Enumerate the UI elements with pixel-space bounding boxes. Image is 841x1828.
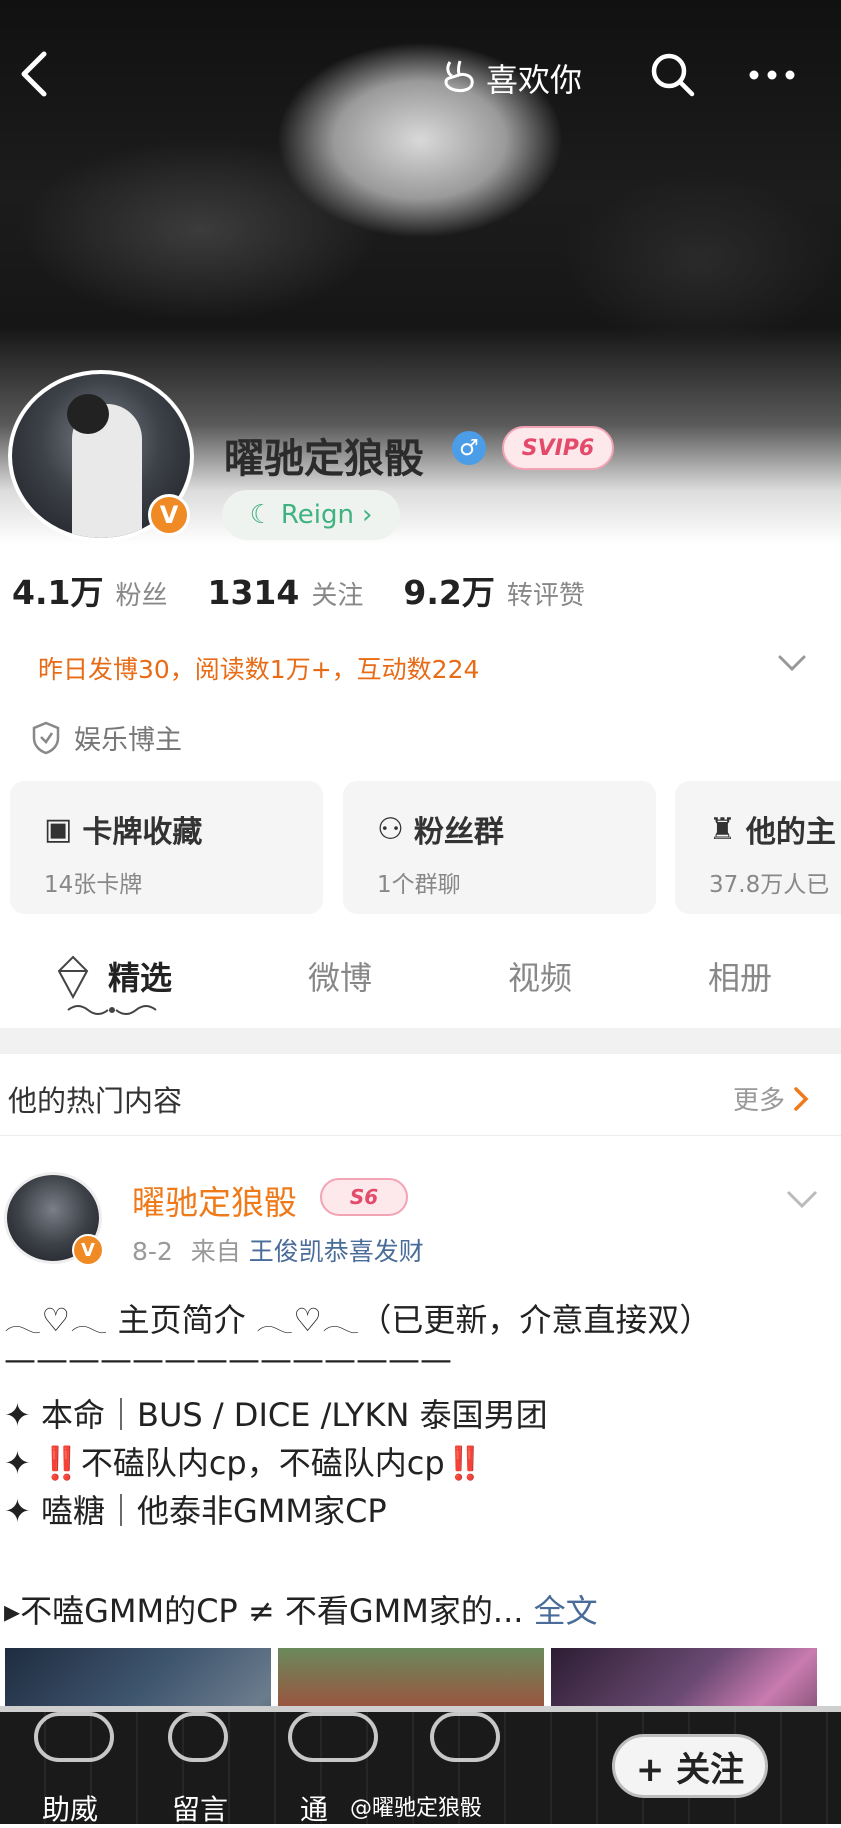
card-third[interactable]: ♜ 他的主 37.8万人已 bbox=[675, 781, 841, 914]
expand-chevron-button[interactable] bbox=[772, 648, 812, 678]
more-button[interactable] bbox=[742, 50, 802, 100]
more-dots-icon bbox=[749, 70, 795, 80]
like-label: 喜欢你 bbox=[486, 61, 583, 99]
search-icon bbox=[651, 53, 695, 97]
post-text-line: —————————————— bbox=[4, 1340, 452, 1378]
search-button[interactable] bbox=[648, 50, 698, 100]
notify-button[interactable]: 通 bbox=[300, 1788, 328, 1828]
post-svip-badge: S6 bbox=[320, 1178, 408, 1216]
male-gender-icon: ♂ bbox=[452, 431, 486, 465]
chevron-down-icon bbox=[778, 655, 806, 672]
post-text-line: 𓂃♡𓂃 主页简介 𓂃♡𓂃（已更新，介意直接双） bbox=[4, 1301, 712, 1339]
shield-icon bbox=[32, 721, 60, 754]
post-text-line: ✦ 嗑糖｜他泰非GMM家CP bbox=[4, 1492, 387, 1530]
hat-icon: ♜ bbox=[709, 811, 736, 847]
stat-followers[interactable]: 4.1万 粉丝 bbox=[12, 566, 167, 614]
tab-video[interactable]: 视频 bbox=[508, 953, 572, 999]
activity-summary[interactable]: 昨日发博30，阅读数1万+，互动数224 bbox=[38, 650, 479, 686]
ornament-icon bbox=[34, 1712, 114, 1762]
tab-weibo[interactable]: 微博 bbox=[308, 953, 372, 999]
cheer-button[interactable]: 助威 bbox=[42, 1788, 98, 1828]
profile-stats: 4.1万 粉丝 1314 关注 9.2万 转评赞 bbox=[12, 566, 625, 614]
tab-featured[interactable]: 精选 bbox=[108, 953, 172, 999]
ornament-icon bbox=[168, 1712, 228, 1762]
hot-more-link[interactable]: 更多 bbox=[733, 1080, 809, 1117]
moon-icon: ☾ bbox=[249, 500, 273, 530]
tab-album[interactable]: 相册 bbox=[708, 953, 772, 999]
post-source-link[interactable]: 王俊凯恭喜发财 bbox=[249, 1237, 424, 1266]
post-meta: 8-2 来自 王俊凯恭喜发财 bbox=[132, 1232, 424, 1268]
ornament-icon bbox=[430, 1712, 500, 1762]
back-button[interactable] bbox=[12, 44, 56, 104]
card-fan-group[interactable]: ⚇ 粉丝群 1个群聊 bbox=[343, 781, 656, 914]
watermark: @曜驰定狼骰 bbox=[350, 1796, 483, 1821]
profile-name: 曜驰定狼骰 bbox=[224, 436, 424, 482]
reign-pill-button[interactable]: ☾ Reign › bbox=[222, 490, 400, 540]
card-collection[interactable]: ▣ 卡牌收藏 14张卡牌 bbox=[10, 781, 323, 914]
reign-label: Reign bbox=[280, 500, 354, 530]
stat-following[interactable]: 1314 关注 bbox=[207, 573, 363, 612]
back-arrow-icon bbox=[21, 51, 47, 97]
following-label: 关注 bbox=[311, 581, 364, 611]
card-third-title: 他的主 bbox=[745, 815, 836, 850]
more-label: 更多 bbox=[733, 1086, 786, 1116]
svip-badge[interactable]: SVIP6 bbox=[502, 426, 614, 470]
follow-button[interactable]: + 关注 bbox=[612, 1734, 768, 1798]
category-tag[interactable]: 娱乐博主 bbox=[30, 718, 182, 757]
post-from: 来自 bbox=[190, 1237, 241, 1266]
warning-text: 不磕队内cp，不磕队内cp bbox=[80, 1444, 445, 1482]
ornament-icon bbox=[288, 1712, 378, 1762]
card-collection-title: 卡牌收藏 bbox=[82, 815, 203, 850]
tab-underline-ornament-icon bbox=[67, 1005, 157, 1015]
warning-mark-icon: ‼️ bbox=[444, 1444, 485, 1482]
reposts-count: 9.2万 bbox=[403, 573, 495, 612]
card-collection-sub: 14张卡牌 bbox=[44, 872, 143, 898]
like-you-button[interactable]: 喜欢你 bbox=[440, 50, 582, 106]
category-label: 娱乐博主 bbox=[74, 725, 182, 756]
post-text-line-warning: ✦ ‼️不磕队内cp，不磕队内cp‼️ bbox=[4, 1438, 485, 1484]
followers-count: 4.1万 bbox=[12, 573, 104, 612]
star-bullet: ✦ bbox=[4, 1444, 41, 1482]
post-author-name[interactable]: 曜驰定狼骰 bbox=[132, 1176, 297, 1224]
group-icon: ⚇ bbox=[377, 811, 404, 847]
following-count: 1314 bbox=[207, 573, 300, 612]
diamond-ornament-icon bbox=[56, 955, 90, 1003]
post-truncated-text: ▸不嗑GMM的CP ≠ 不看GMM家的... bbox=[4, 1592, 524, 1630]
chevron-down-icon bbox=[786, 1190, 818, 1209]
stat-reposts[interactable]: 9.2万 转评赞 bbox=[403, 566, 584, 614]
reposts-label: 转评赞 bbox=[506, 581, 585, 611]
section-divider bbox=[0, 1028, 841, 1054]
message-button[interactable]: 留言 bbox=[172, 1788, 228, 1828]
card-third-sub: 37.8万人已 bbox=[709, 872, 830, 898]
card-fan-group-sub: 1个群聊 bbox=[377, 872, 461, 898]
hot-content-title: 他的热门内容 bbox=[8, 1084, 183, 1118]
chevron-right-icon bbox=[794, 1086, 809, 1111]
post-date: 8-2 bbox=[132, 1237, 173, 1266]
card-icon: ▣ bbox=[44, 811, 73, 847]
chevron-right-icon: › bbox=[362, 500, 373, 530]
avatar-head bbox=[67, 394, 109, 434]
post-text-line: ✦ 本命｜BUS / DICE /LYKN 泰国男团 bbox=[4, 1396, 548, 1434]
verified-badge-icon: V bbox=[148, 494, 190, 536]
card-fan-group-title: 粉丝群 bbox=[413, 815, 504, 850]
post-text-last-line: ▸不嗑GMM的CP ≠ 不看GMM家的... 全文 bbox=[4, 1586, 598, 1632]
full-text-link[interactable]: 全文 bbox=[534, 1592, 598, 1630]
post-verified-icon: V bbox=[72, 1234, 104, 1266]
warning-mark-icon: ‼️ bbox=[40, 1444, 81, 1482]
post-menu-button[interactable] bbox=[782, 1186, 822, 1212]
followers-label: 粉丝 bbox=[115, 581, 168, 611]
rabbit-icon bbox=[444, 60, 474, 92]
